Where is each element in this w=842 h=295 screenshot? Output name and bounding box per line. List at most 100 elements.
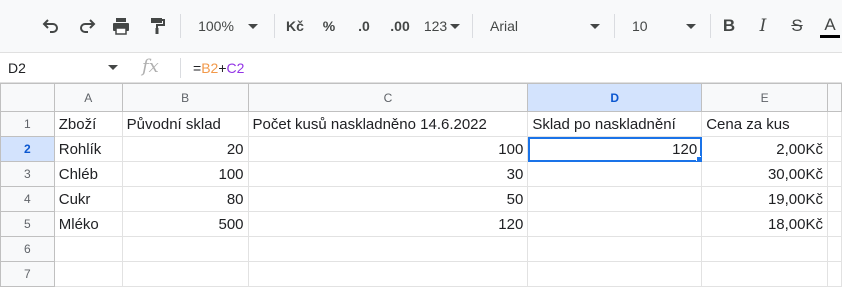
cell-a1[interactable]: Zboží — [53, 111, 123, 137]
toolbar: 100% Kč % .0 .00 123 Arial 10 B I S A — [0, 0, 842, 52]
table-row: 3 Chléb 100 30 30,00Kč — [0, 161, 842, 187]
more-formats-button[interactable]: 123 — [420, 10, 464, 42]
cell-b7[interactable] — [121, 261, 249, 287]
cell-c1[interactable]: Počet kusů naskladněno 14.6.2022 — [247, 111, 529, 137]
cell-a7[interactable] — [53, 261, 123, 287]
column-header-c[interactable]: C — [247, 83, 529, 112]
cell-b4[interactable]: 80 — [121, 186, 249, 212]
table-row: 4 Cukr 80 50 19,00Kč — [0, 186, 842, 212]
chevron-down-icon — [590, 23, 600, 29]
cell-f6[interactable] — [827, 236, 842, 262]
cell-d4[interactable] — [527, 186, 703, 212]
cell-d2-selected[interactable]: 120 — [527, 136, 703, 162]
table-row: 5 Mléko 500 120 18,00Kč — [0, 211, 842, 237]
row-header[interactable]: 5 — [0, 211, 55, 237]
cell-f1[interactable] — [827, 111, 842, 137]
cell-f5[interactable] — [827, 211, 842, 237]
cell-f3[interactable] — [827, 161, 842, 187]
font-family-value: Arial — [490, 18, 519, 34]
formula-bar: D2 fx = B2 + C2 — [0, 52, 842, 83]
decrease-decimal-button[interactable]: .0 — [350, 10, 378, 42]
name-box[interactable]: D2 — [0, 53, 126, 82]
fill-handle[interactable] — [696, 156, 701, 161]
table-row: 2 Rohlík 20 100 120 2,00Kč — [0, 136, 842, 162]
cell-d1[interactable]: Sklad po naskladnění — [527, 111, 703, 137]
cell-d6[interactable] — [527, 236, 703, 262]
column-header-b[interactable]: B — [121, 83, 249, 112]
font-family-select[interactable]: Arial — [484, 10, 606, 42]
cell-b6[interactable] — [121, 236, 249, 262]
cell-c4[interactable]: 50 — [247, 186, 529, 212]
cell-c6[interactable] — [247, 236, 529, 262]
redo-icon[interactable] — [72, 10, 102, 42]
formula-ref-b2: B2 — [201, 59, 219, 76]
print-icon[interactable] — [106, 10, 136, 42]
cell-f4[interactable] — [827, 186, 842, 212]
cell-d3[interactable] — [527, 161, 703, 187]
chevron-down-icon — [108, 65, 118, 70]
cell-b3[interactable]: 100 — [121, 161, 249, 187]
table-row: 6 — [0, 236, 842, 262]
cell-b5[interactable]: 500 — [121, 211, 249, 237]
table-row: 1 Zboží Původní sklad Počet kusů nasklad… — [0, 111, 842, 137]
decrease-decimal-label: .0 — [358, 18, 370, 34]
strikethrough-button[interactable]: S — [784, 10, 810, 42]
cell-e6[interactable] — [701, 236, 828, 262]
select-all-corner[interactable] — [0, 83, 55, 112]
cell-e7[interactable] — [701, 261, 828, 287]
cell-f2[interactable] — [827, 136, 842, 162]
fx-icon: fx — [142, 56, 159, 77]
column-header-e[interactable]: E — [701, 83, 828, 112]
cell-e4[interactable]: 19,00Kč — [701, 186, 828, 212]
row-header[interactable]: 7 — [0, 261, 55, 287]
increase-decimal-label: .00 — [390, 18, 410, 34]
undo-icon[interactable] — [36, 10, 66, 42]
currency-format-button[interactable]: Kč — [282, 10, 308, 42]
cell-a5[interactable]: Mléko — [53, 211, 123, 237]
cell-c5[interactable]: 120 — [247, 211, 529, 237]
cell-c7[interactable] — [247, 261, 529, 287]
chevron-down-icon — [450, 23, 461, 29]
cell-f7[interactable] — [827, 261, 842, 287]
text-color-button[interactable]: A — [818, 10, 842, 42]
chevron-down-icon — [247, 23, 258, 29]
row-header[interactable]: 4 — [0, 186, 55, 212]
cell-b2[interactable]: 20 — [121, 136, 249, 162]
font-size-value: 10 — [632, 18, 648, 34]
cell-a6[interactable] — [53, 236, 123, 262]
bold-button[interactable]: B — [716, 10, 742, 42]
cell-d2-value: 120 — [672, 140, 698, 158]
text-color-swatch — [820, 34, 840, 38]
row-header[interactable]: 1 — [0, 111, 55, 137]
cell-e1[interactable]: Cena za kus — [701, 111, 828, 137]
cell-b1[interactable]: Původní sklad — [121, 111, 249, 137]
spreadsheet-grid: A B C D E 1 Zboží Původní sklad Počet ku… — [0, 83, 842, 287]
row-header[interactable]: 2 — [0, 136, 55, 162]
percent-format-button[interactable]: % — [316, 10, 342, 42]
cell-c3[interactable]: 30 — [247, 161, 529, 187]
zoom-value: 100% — [198, 18, 234, 34]
cell-a2[interactable]: Rohlík — [53, 136, 123, 162]
row-header[interactable]: 6 — [0, 236, 55, 262]
row-header[interactable]: 3 — [0, 161, 55, 187]
cell-e3[interactable]: 30,00Kč — [701, 161, 828, 187]
chevron-down-icon — [686, 23, 696, 29]
column-header-a[interactable]: A — [53, 83, 123, 112]
paint-format-icon[interactable] — [142, 10, 172, 42]
cell-e5[interactable]: 18,00Kč — [701, 211, 828, 237]
text-color-label: A — [824, 14, 836, 34]
cell-c2[interactable]: 100 — [247, 136, 529, 162]
cell-e2[interactable]: 2,00Kč — [701, 136, 828, 162]
cell-d5[interactable] — [527, 211, 703, 237]
column-header-f[interactable] — [827, 83, 842, 112]
formula-input[interactable]: = B2 + C2 — [193, 53, 244, 82]
italic-button[interactable]: I — [750, 10, 776, 42]
zoom-select[interactable]: 100% — [190, 10, 266, 42]
cell-d7[interactable] — [527, 261, 703, 287]
font-size-select[interactable]: 10 — [626, 10, 702, 42]
increase-decimal-button[interactable]: .00 — [384, 10, 416, 42]
cell-a3[interactable]: Chléb — [53, 161, 123, 187]
column-header-d[interactable]: D — [527, 83, 703, 112]
cell-a4[interactable]: Cukr — [53, 186, 123, 212]
cell-reference: D2 — [8, 59, 26, 76]
